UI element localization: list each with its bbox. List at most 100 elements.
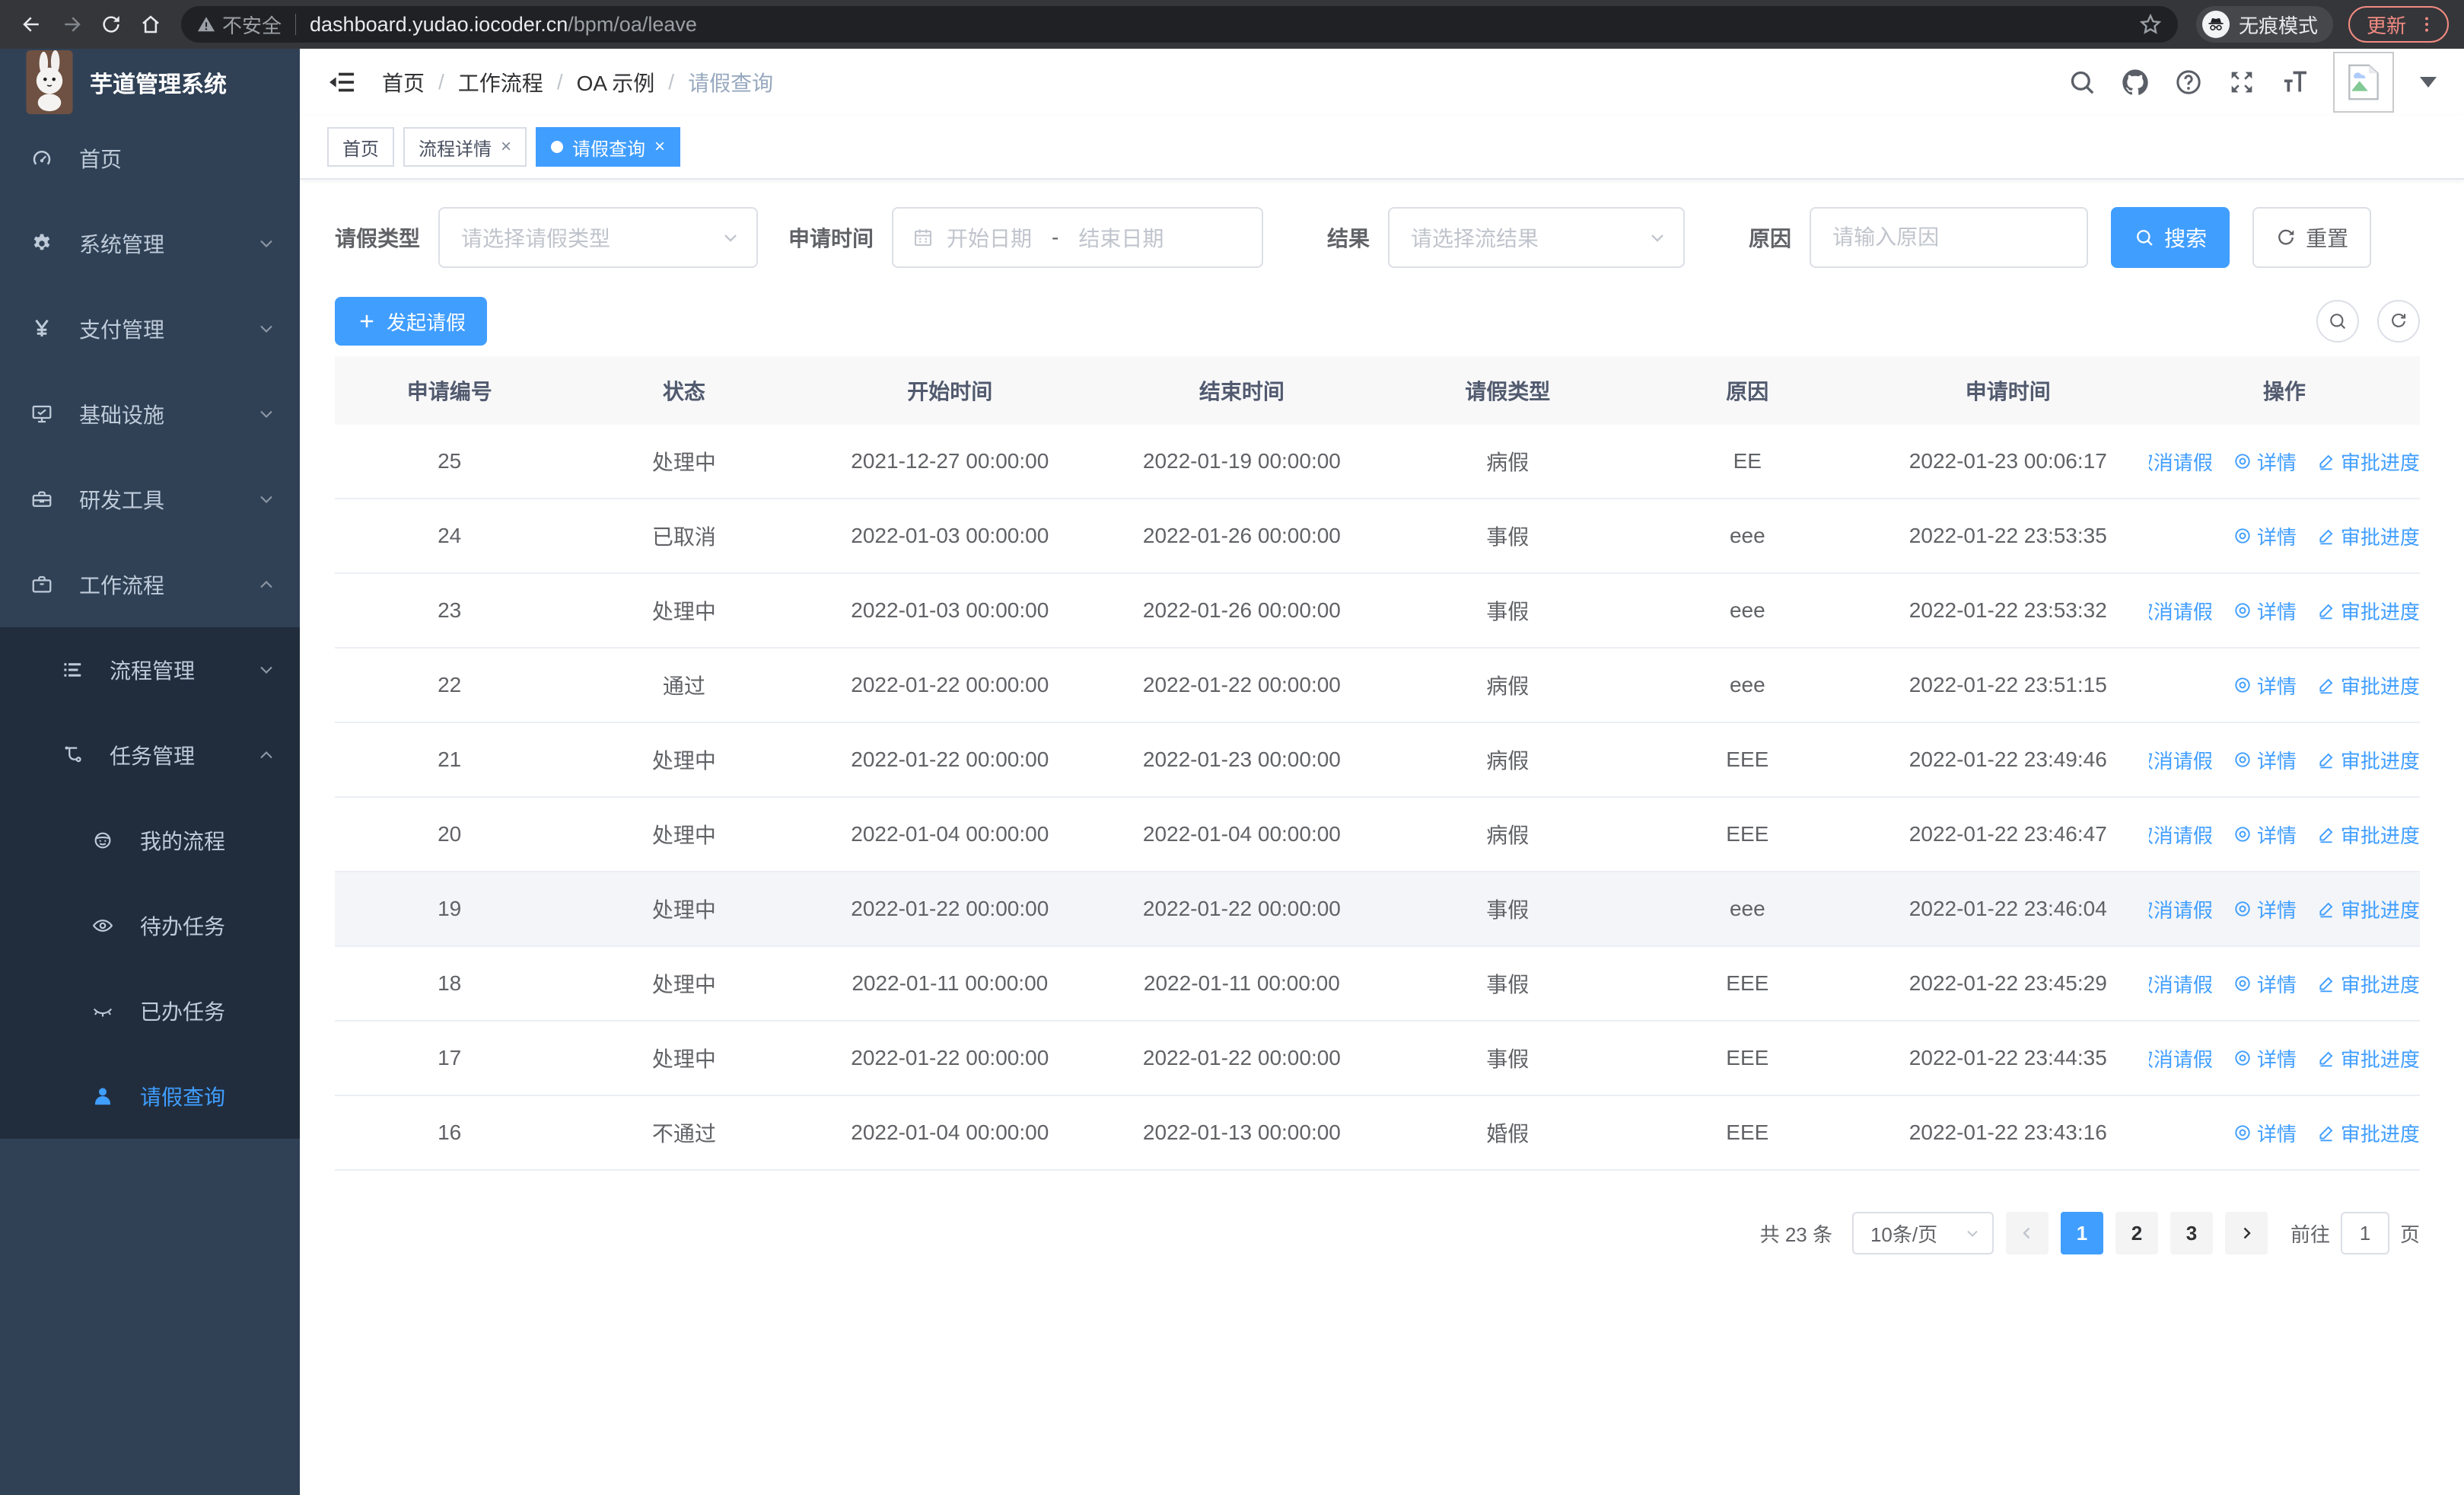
browser-back-button[interactable] — [15, 8, 49, 41]
action-detail[interactable]: 详情 — [2233, 1119, 2297, 1147]
breadcrumb-home[interactable]: 首页 — [382, 67, 425, 97]
action-detail[interactable]: 详情 — [2233, 970, 2297, 998]
table-row[interactable]: 22 通过 2022-01-22 00:00:00 2022-01-22 00:00:… — [335, 649, 2420, 723]
avatar-caret-icon[interactable] — [2420, 77, 2437, 88]
close-icon[interactable]: × — [501, 136, 511, 158]
action-progress[interactable]: 审批进度 — [2316, 746, 2420, 774]
sidebar-item-workflow[interactable]: 工作流程 — [0, 542, 300, 627]
sidebar-item-payment[interactable]: 支付管理 — [0, 286, 300, 371]
action-cancel[interactable]: 取消请假 — [2149, 821, 2213, 849]
help-icon[interactable] — [2173, 67, 2204, 97]
action-detail[interactable]: 详情 — [2233, 671, 2297, 700]
action-progress[interactable]: 审批进度 — [2316, 970, 2420, 998]
breadcrumb-workflow[interactable]: 工作流程 — [458, 67, 543, 97]
avatar[interactable] — [2333, 52, 2394, 113]
table-row[interactable]: 16 不通过 2022-01-04 00:00:00 2022-01-13 00:00… — [335, 1096, 2420, 1171]
action-detail[interactable]: 详情 — [2233, 597, 2297, 625]
bookmark-star-icon[interactable] — [2138, 12, 2163, 37]
action-cancel[interactable]: 取消请假 — [2149, 1044, 2213, 1073]
tags-view: 首页 流程详情 × 请假查询 × — [300, 116, 2464, 180]
close-icon[interactable]: × — [654, 136, 665, 158]
sidebar-item-devtools[interactable]: 研发工具 — [0, 457, 300, 542]
sidebar-item-todo-tasks[interactable]: 待办任务 — [0, 883, 300, 968]
sidebar-item-label: 待办任务 — [140, 915, 226, 939]
browser-home-button[interactable] — [134, 8, 167, 41]
table-row[interactable]: 19 处理中 2022-01-22 00:00:00 2022-01-22 00:00… — [335, 872, 2420, 947]
address-bar[interactable]: 不安全 dashboard.yudao.iocoder.cn/bpm/oa/le… — [181, 6, 2178, 43]
action-detail[interactable]: 详情 — [2233, 895, 2297, 923]
tab-process-detail[interactable]: 流程详情 × — [403, 127, 527, 167]
page-button-2[interactable]: 2 — [2115, 1212, 2158, 1254]
fullscreen-icon[interactable] — [2227, 67, 2257, 97]
action-progress[interactable]: 审批进度 — [2316, 597, 2420, 625]
page-button-1[interactable]: 1 — [2060, 1212, 2103, 1254]
table-row[interactable]: 21 处理中 2022-01-22 00:00:00 2022-01-23 00:00… — [335, 723, 2420, 798]
reason-input[interactable] — [1814, 209, 2084, 266]
action-progress[interactable]: 审批进度 — [2316, 448, 2420, 476]
action-detail[interactable]: 详情 — [2233, 746, 2297, 774]
search-button[interactable]: 搜索 — [2111, 207, 2230, 268]
action-progress[interactable]: 审批进度 — [2316, 1119, 2420, 1147]
action-detail[interactable]: 详情 — [2233, 448, 2297, 476]
result-select[interactable]: 请选择流结果 — [1388, 207, 1686, 268]
refresh-table-button[interactable] — [2377, 300, 2420, 343]
action-cancel[interactable]: 取消请假 — [2149, 448, 2213, 476]
tab-home[interactable]: 首页 — [327, 127, 394, 167]
goto-page-input[interactable] — [2340, 1212, 2389, 1254]
table-row[interactable]: 20 处理中 2022-01-04 00:00:00 2022-01-04 00:00… — [335, 798, 2420, 872]
page-size-select[interactable]: 10条/页 — [1851, 1212, 1994, 1254]
sidebar-item-done-tasks[interactable]: 已办任务 — [0, 968, 300, 1054]
action-cancel[interactable]: 取消请假 — [2149, 746, 2213, 774]
sidebar-item-label: 支付管理 — [79, 318, 165, 342]
action-cancel[interactable]: 取消请假 — [2149, 895, 2213, 923]
action-progress[interactable]: 审批进度 — [2316, 821, 2420, 849]
sidebar-item-infra[interactable]: 基础设施 — [0, 371, 300, 457]
browser-update-button[interactable]: 更新 — [2348, 6, 2449, 43]
action-cancel[interactable]: 取消请假 — [2149, 970, 2213, 998]
action-progress[interactable]: 审批进度 — [2316, 1044, 2420, 1073]
action-progress[interactable]: 审批进度 — [2316, 522, 2420, 550]
col-actions: 操作 — [2262, 380, 2306, 403]
action-detail[interactable]: 详情 — [2233, 821, 2297, 849]
tab-leave-query[interactable]: 请假查询 × — [536, 127, 681, 167]
table-row[interactable]: 24 已取消 2022-01-03 00:00:00 2022-01-26 00:00… — [335, 499, 2420, 574]
create-leave-button[interactable]: 发起请假 — [335, 297, 488, 346]
leave-type-select[interactable]: 请选择请假类型 — [438, 207, 759, 268]
action-cancel[interactable]: 取消请假 — [2149, 597, 2213, 625]
view-icon — [2233, 1048, 2252, 1068]
prev-page-button[interactable] — [2005, 1212, 2049, 1254]
sidebar-item-leave-query[interactable]: 请假查询 — [0, 1054, 300, 1139]
sidebar-item-system[interactable]: 系统管理 — [0, 201, 300, 286]
screen: 不安全 dashboard.yudao.iocoder.cn/bpm/oa/le… — [0, 0, 2464, 1495]
action-progress[interactable]: 审批进度 — [2316, 895, 2420, 923]
sidebar-fold-icon[interactable] — [327, 67, 358, 97]
cell-reason: EEE — [1726, 971, 1769, 995]
sidebar-item-my-process[interactable]: 我的流程 — [0, 798, 300, 883]
action-progress[interactable]: 审批进度 — [2316, 671, 2420, 700]
toggle-search-button[interactable] — [2316, 300, 2359, 343]
cell-type: 病假 — [1486, 451, 1530, 474]
security-warning[interactable]: 不安全 — [196, 11, 282, 39]
chevron-down-icon — [256, 233, 277, 254]
breadcrumb-oa[interactable]: OA 示例 — [577, 67, 655, 97]
sidebar-item-home[interactable]: 首页 — [0, 116, 300, 201]
github-icon[interactable] — [2120, 67, 2150, 97]
table-row[interactable]: 23 处理中 2022-01-03 00:00:00 2022-01-26 00:00… — [335, 574, 2420, 649]
action-detail[interactable]: 详情 — [2233, 1044, 2297, 1073]
page-content: 请假类型 请选择请假类型 申请时间 开始日期 - 结束日期 结果 请选择流结果 — [300, 180, 2464, 1495]
reset-button[interactable]: 重置 — [2252, 207, 2372, 268]
table-row[interactable]: 17 处理中 2022-01-22 00:00:00 2022-01-22 00:00… — [335, 1022, 2420, 1096]
browser-forward-button[interactable] — [55, 8, 88, 41]
sidebar-item-task-mgmt[interactable]: 任务管理 — [0, 712, 300, 798]
table-row[interactable]: 25 处理中 2021-12-27 00:00:00 2022-01-19 00:00… — [335, 425, 2420, 499]
action-detail[interactable]: 详情 — [2233, 522, 2297, 550]
sidebar-item-process-mgmt[interactable]: 流程管理 — [0, 627, 300, 712]
header-search-icon[interactable] — [2067, 67, 2097, 97]
page-button-3[interactable]: 3 — [2170, 1212, 2213, 1254]
next-page-button[interactable] — [2224, 1212, 2268, 1254]
apply-time-range-picker[interactable]: 开始日期 - 结束日期 — [892, 207, 1264, 268]
table-row[interactable]: 18 处理中 2022-01-11 00:00:00 2022-01-11 00:00… — [335, 947, 2420, 1022]
browser-reload-button[interactable] — [94, 8, 128, 41]
cell-type: 病假 — [1486, 749, 1530, 773]
font-size-icon[interactable] — [2280, 67, 2310, 97]
